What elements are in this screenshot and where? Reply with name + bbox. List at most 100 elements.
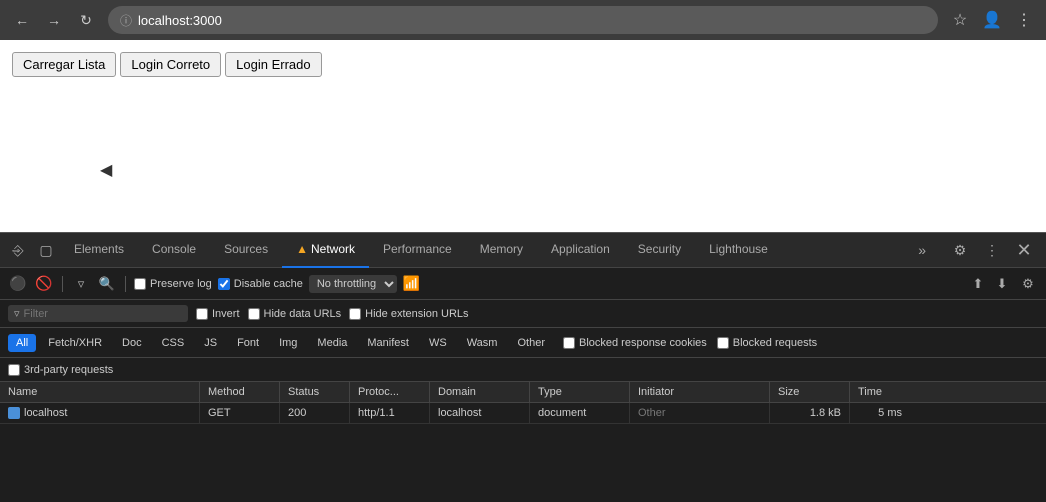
refresh-button[interactable]: ↻ (72, 6, 100, 34)
col-name[interactable]: Name (0, 382, 200, 402)
col-size[interactable]: Size (770, 382, 850, 402)
blocked-response-cookies-input[interactable] (563, 337, 575, 349)
tab-performance[interactable]: Performance (369, 233, 466, 268)
row-type: document (530, 403, 630, 423)
filter-button[interactable]: ▿ (71, 274, 91, 294)
col-domain[interactable]: Domain (430, 382, 530, 402)
type-js-button[interactable]: JS (196, 334, 225, 352)
browser-chrome: ← → ↻ ⓘ localhost:3000 ☆ 👤 ⋮ (0, 0, 1046, 40)
type-wasm-button[interactable]: Wasm (459, 334, 506, 352)
upload-button[interactable]: ⬆ (968, 274, 988, 294)
tabs-more-button[interactable]: » (910, 242, 934, 258)
preserve-log-label: Preserve log (150, 278, 212, 290)
nav-buttons: ← → ↻ (8, 6, 100, 34)
col-initiator[interactable]: Initiator (630, 382, 770, 402)
cursor: ◀ (100, 160, 112, 180)
type-media-button[interactable]: Media (309, 334, 355, 352)
hide-data-urls-input[interactable] (248, 308, 260, 320)
type-fetch-xhr-button[interactable]: Fetch/XHR (40, 334, 110, 352)
network-settings-button[interactable]: ⚙ (1018, 274, 1038, 294)
preserve-log-checkbox[interactable]: Preserve log (134, 278, 212, 290)
third-party-input[interactable] (8, 364, 20, 376)
tab-console[interactable]: Console (138, 233, 210, 268)
blocked-response-cookies-checkbox[interactable]: Blocked response cookies (563, 337, 707, 349)
type-all-button[interactable]: All (8, 334, 36, 352)
tab-network[interactable]: ▲ Network (282, 233, 369, 268)
login-errado-button[interactable]: Login Errado (225, 52, 321, 77)
tab-sources[interactable]: Sources (210, 233, 282, 268)
clear-button[interactable]: 🚫 (34, 274, 54, 294)
search-button[interactable]: 🔍 (97, 274, 117, 294)
profile-button[interactable]: 👤 (978, 6, 1006, 34)
devtools-console-icon[interactable]: ▢ (32, 236, 60, 264)
type-img-button[interactable]: Img (271, 334, 305, 352)
tab-lighthouse[interactable]: Lighthouse (695, 233, 782, 268)
blocked-requests-label: Blocked requests (733, 337, 817, 349)
invert-label: Invert (212, 308, 240, 320)
col-method[interactable]: Method (200, 382, 280, 402)
disable-cache-checkbox[interactable]: Disable cache (218, 278, 303, 290)
third-party-checkbox[interactable]: 3rd-party requests (8, 364, 113, 376)
devtools-close-button[interactable]: ✕ (1010, 236, 1038, 264)
type-ws-button[interactable]: WS (421, 334, 455, 352)
devtools-device-icon[interactable]: ⎆ (4, 236, 32, 264)
forward-button[interactable]: → (40, 6, 68, 34)
login-correto-button[interactable]: Login Correto (120, 52, 221, 77)
hide-data-urls-checkbox[interactable]: Hide data URLs (248, 308, 342, 320)
hide-extension-urls-input[interactable] (349, 308, 361, 320)
separator-2 (125, 276, 126, 292)
disable-cache-label: Disable cache (234, 278, 303, 290)
tab-memory[interactable]: Memory (466, 233, 537, 268)
type-css-button[interactable]: CSS (154, 334, 193, 352)
type-other-button[interactable]: Other (509, 334, 553, 352)
disable-cache-input[interactable] (218, 278, 230, 290)
network-toolbar: ⚫ 🚫 ▿ 🔍 Preserve log Disable cache No th… (0, 268, 1046, 300)
star-button[interactable]: ☆ (946, 6, 974, 34)
filter-icon: ▿ (14, 307, 20, 320)
invert-checkbox[interactable]: Invert (196, 308, 240, 320)
carregar-lista-button[interactable]: Carregar Lista (12, 52, 116, 77)
col-type[interactable]: Type (530, 382, 630, 402)
type-doc-button[interactable]: Doc (114, 334, 150, 352)
invert-input[interactable] (196, 308, 208, 320)
preserve-log-input[interactable] (134, 278, 146, 290)
page-buttons: Carregar Lista Login Correto Login Errad… (12, 52, 1034, 77)
row-size: 1.8 kB (770, 403, 850, 423)
devtools-more-button[interactable]: ⋮ (978, 236, 1006, 264)
hide-extension-urls-checkbox[interactable]: Hide extension URLs (349, 308, 468, 320)
record-button[interactable]: ⚫ (8, 274, 28, 294)
back-button[interactable]: ← (8, 6, 36, 34)
col-status[interactable]: Status (280, 382, 350, 402)
third-party-row: 3rd-party requests (0, 358, 1046, 382)
tab-elements[interactable]: Elements (60, 233, 138, 268)
filter-row: ▿ Invert Hide data URLs Hide extension U… (0, 300, 1046, 328)
page-content: Carregar Lista Login Correto Login Errad… (0, 40, 1046, 232)
table-header: Name Method Status Protoc... Domain Type… (0, 382, 1046, 403)
devtools: ⎆ ▢ Elements Console Sources ▲ Network P… (0, 232, 1046, 502)
wifi-icon: 📶 (403, 275, 420, 292)
more-button[interactable]: ⋮ (1010, 6, 1038, 34)
doc-icon (8, 407, 20, 419)
tab-application[interactable]: Application (537, 233, 624, 268)
devtools-header-actions: ⚙ ⋮ ✕ (938, 236, 1046, 264)
table-row[interactable]: localhost GET 200 http/1.1 localhost doc… (0, 403, 1046, 424)
col-time[interactable]: Time (850, 382, 910, 402)
type-manifest-button[interactable]: Manifest (359, 334, 417, 352)
devtools-settings-button[interactable]: ⚙ (946, 236, 974, 264)
throttle-select[interactable]: No throttling Fast 3G Slow 3G (309, 275, 397, 293)
row-method: GET (200, 403, 280, 423)
table-body: localhost GET 200 http/1.1 localhost doc… (0, 403, 1046, 502)
address-bar[interactable]: ⓘ localhost:3000 (108, 6, 938, 34)
tab-network-label: Network (311, 242, 355, 256)
download-button[interactable]: ⬇ (992, 274, 1012, 294)
row-time: 5 ms (850, 403, 910, 423)
blocked-requests-input[interactable] (717, 337, 729, 349)
chrome-actions: ☆ 👤 ⋮ (946, 6, 1038, 34)
third-party-label: 3rd-party requests (24, 364, 113, 376)
type-font-button[interactable]: Font (229, 334, 267, 352)
blocked-response-cookies-label: Blocked response cookies (579, 337, 707, 349)
filter-input[interactable] (24, 308, 164, 320)
col-protocol[interactable]: Protoc... (350, 382, 430, 402)
tab-security[interactable]: Security (624, 233, 695, 268)
blocked-requests-checkbox[interactable]: Blocked requests (717, 337, 817, 349)
